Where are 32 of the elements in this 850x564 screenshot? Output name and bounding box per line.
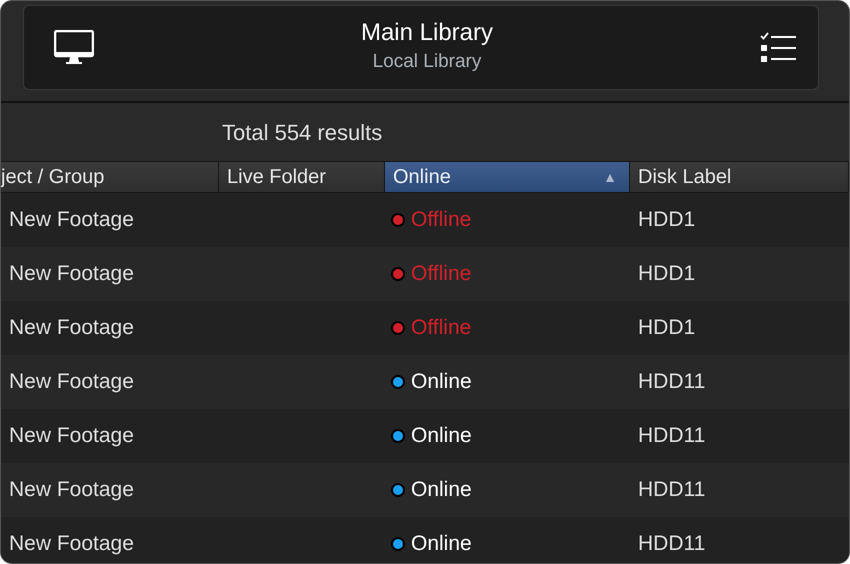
table-cell-text: New Footage [8, 315, 134, 342]
status-label: Online [411, 531, 472, 558]
table-row[interactable]: New Footage Offline HDD1 [1, 193, 849, 247]
checklist-icon[interactable] [760, 32, 796, 64]
column-header[interactable]: Online ▲ [385, 162, 630, 192]
results-count: Total 554 results [222, 118, 382, 146]
table-cell-text: HDD11 [637, 423, 706, 450]
status-label: Online [411, 423, 472, 450]
table-cell-text: New Footage [8, 207, 134, 234]
table-row[interactable]: New Footage Online HDD11 [1, 517, 849, 563]
status-label: Offline [411, 315, 472, 342]
status-label: Offline [411, 207, 472, 234]
monitor-icon[interactable] [54, 30, 94, 66]
table-cell-text: New Footage [8, 531, 134, 558]
table-cell-text: New Footage [8, 423, 134, 450]
table-row[interactable]: New Footage Offline HDD1 [1, 301, 849, 355]
table-cell-text: HDD1 [637, 261, 696, 288]
table-cell-text: HDD11 [637, 369, 706, 396]
library-title: Main Library [360, 18, 494, 48]
table-row[interactable]: New Footage Online HDD11 [1, 409, 849, 463]
table-cell-text: New Footage [8, 369, 134, 396]
column-header[interactable]: Disk Label [630, 162, 849, 192]
library-subtitle: Local Library [372, 50, 482, 74]
table-cell-text: HDD1 [637, 315, 696, 342]
table-cell-text: New Footage [8, 477, 134, 504]
table-cell-text: HDD11 [637, 531, 706, 558]
table-cell-text: New Footage [8, 261, 134, 288]
table-cell-text: HDD11 [637, 477, 706, 504]
table-cell-text: HDD1 [637, 207, 696, 234]
status-label: Online [411, 477, 472, 504]
status-label: Offline [411, 261, 472, 288]
status-label: Online [411, 369, 472, 396]
